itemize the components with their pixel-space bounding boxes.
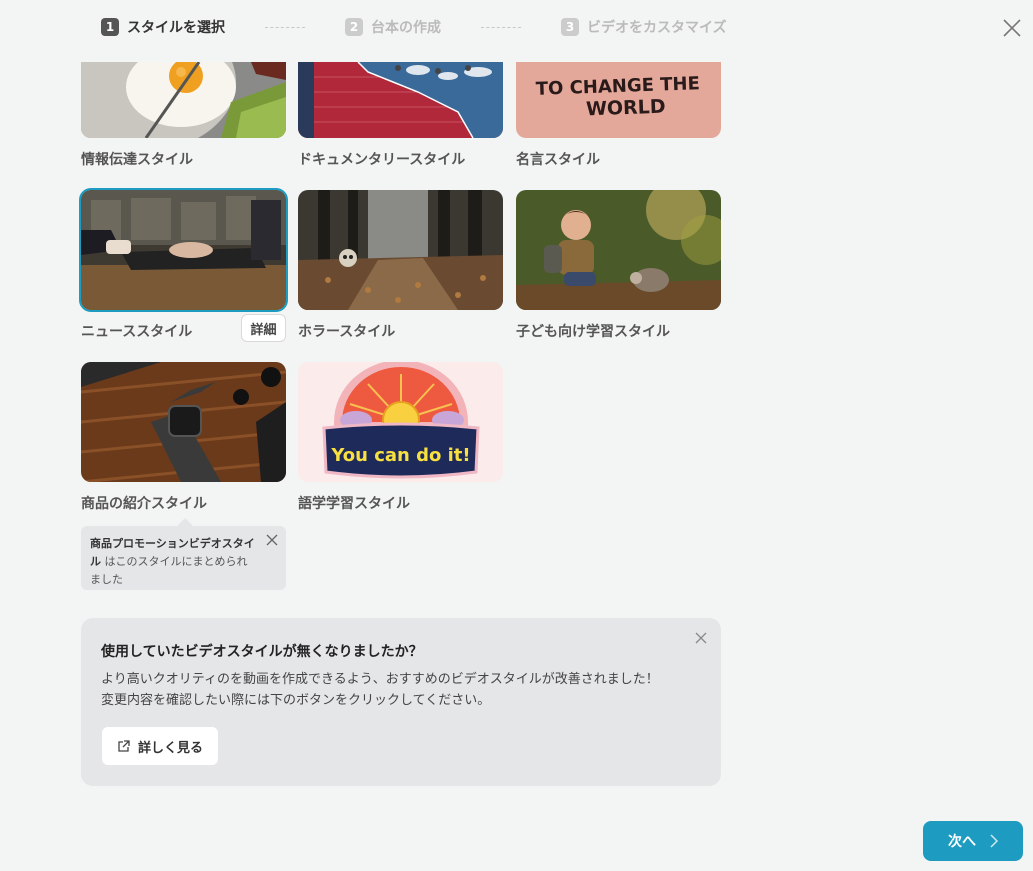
next-button[interactable]: 次へ	[923, 821, 1023, 861]
style-card-horror[interactable]: ホラースタイル	[298, 190, 503, 342]
style-label: 商品の紹介スタイル	[81, 496, 207, 512]
close-icon[interactable]	[695, 632, 707, 644]
style-card-info[interactable]: 情報伝達スタイル	[81, 62, 286, 170]
chevron-right-icon	[990, 834, 998, 848]
step-customize-video: 3 ビデオをカスタマイズ	[561, 17, 727, 37]
svg-text:WORLD: WORLD	[586, 96, 666, 121]
style-label: 名言スタイル	[516, 152, 600, 168]
step-label: 台本の作成	[371, 20, 441, 36]
fried-egg-image	[81, 62, 286, 138]
tooltip-message: はこのスタイルにまとめられました	[90, 555, 248, 586]
style-label: ドキュメンタリースタイル	[298, 152, 466, 168]
close-icon[interactable]	[1001, 17, 1023, 39]
style-card-news[interactable]: ニューススタイル 詳細	[79, 188, 288, 342]
step-create-script: 2 台本の作成	[345, 17, 441, 37]
smartwatch-image	[81, 362, 286, 482]
step-number: 2	[345, 18, 363, 36]
detail-button[interactable]: 詳細	[241, 314, 286, 342]
style-change-notice: 使用していたビデオスタイルが無くなりましたか？ より高いクオリティのを動画を作成…	[81, 618, 721, 786]
laptop-hands-image	[79, 188, 288, 312]
step-label: ビデオをカスタマイズ	[587, 20, 727, 36]
notice-title: 使用していたビデオスタイルが無くなりましたか？	[101, 644, 423, 660]
step-divider	[481, 26, 521, 28]
forest-skull-image	[298, 190, 503, 310]
step-number: 1	[101, 18, 119, 36]
notice-line: 変更内容を確認したい際には下のボタンをクリックしてください。	[101, 693, 491, 708]
step-number: 3	[561, 18, 579, 36]
notice-line: より高いクオリティのを動画を作成できるよう、おすすめのビデオスタイルが改善されま…	[101, 672, 659, 687]
step-divider	[265, 26, 305, 28]
close-icon[interactable]	[266, 534, 278, 546]
learn-more-label: 詳しく見る	[137, 740, 203, 756]
external-link-icon	[118, 739, 130, 752]
badge-text: You can do it!	[330, 445, 470, 466]
next-label: 次へ	[948, 834, 976, 850]
sunset-badge-image: You can do it!	[298, 362, 503, 482]
step-label: スタイルを選択	[127, 20, 225, 36]
style-card-kids[interactable]: 子ども向け学習スタイル	[516, 190, 721, 342]
learn-more-button[interactable]: 詳しく見る	[102, 727, 218, 765]
merge-tooltip: 商品プロモーションビデオスタイル はこのスタイルにまとめられました	[81, 518, 286, 590]
boy-hedgehog-image	[516, 190, 721, 310]
stepper: 1 スタイルを選択 2 台本の作成 3 ビデオをカスタマイズ	[101, 17, 727, 37]
style-card-quote[interactable]: TO CHANGE THE WORLD 名言スタイル	[516, 62, 721, 170]
step-select-style: 1 スタイルを選択	[101, 17, 225, 37]
style-card-documentary[interactable]: ドキュメンタリースタイル	[298, 62, 503, 170]
quote-image: TO CHANGE THE WORLD	[516, 62, 721, 138]
style-label: 情報伝達スタイル	[81, 152, 193, 168]
style-card-product[interactable]: 商品の紹介スタイル	[81, 362, 286, 514]
style-label: 子ども向け学習スタイル	[516, 324, 670, 340]
style-label: 語学学習スタイル	[298, 496, 410, 512]
style-label: ホラースタイル	[298, 324, 396, 340]
style-card-language[interactable]: You can do it! 語学学習スタイル	[298, 362, 503, 514]
notice-body: より高いクオリティのを動画を作成できるよう、おすすめのビデオスタイルが改善されま…	[101, 669, 701, 711]
documentary-chart-image	[298, 62, 503, 138]
